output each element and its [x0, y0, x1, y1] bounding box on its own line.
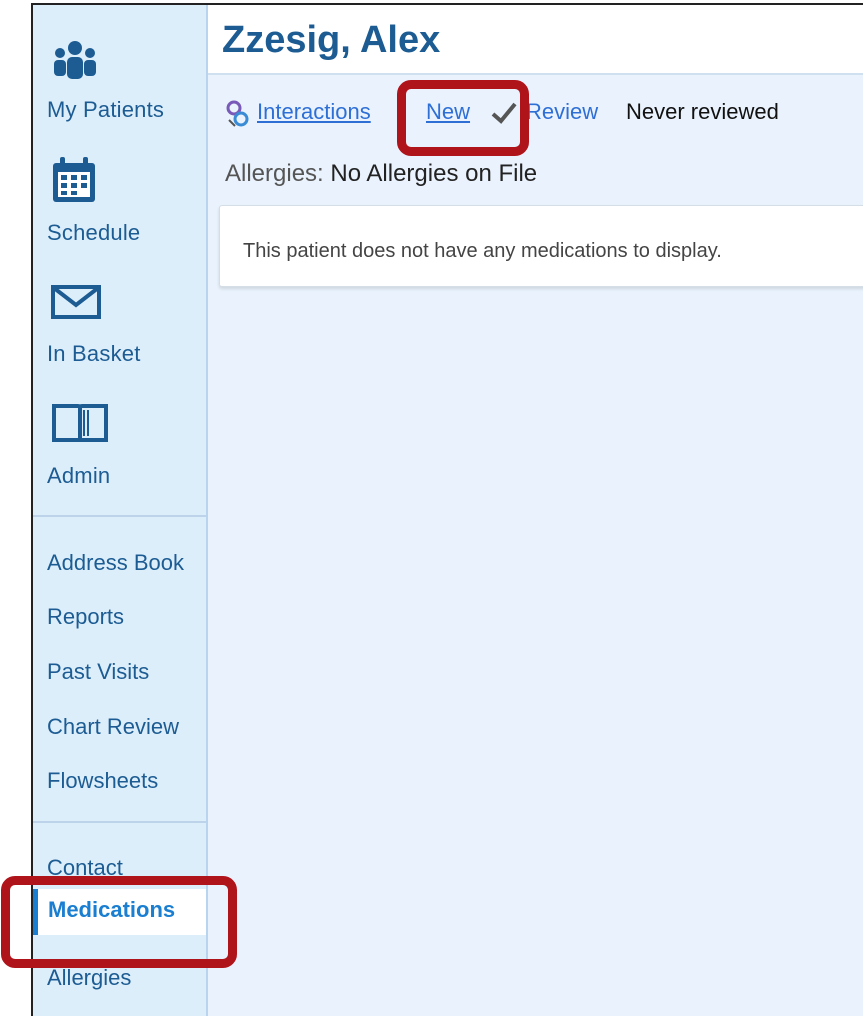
- sidebar-divider: [33, 515, 206, 517]
- calendar-icon: [51, 156, 97, 210]
- book-icon: [51, 402, 109, 452]
- checkmark-icon: [490, 101, 518, 130]
- review-button[interactable]: Review: [526, 99, 598, 125]
- sidebar-item-address-book[interactable]: Address Book: [47, 550, 184, 576]
- sidebar: My Patients Schedule In Basket Admin Add…: [33, 5, 208, 1016]
- sidebar-item-schedule[interactable]: Schedule: [33, 150, 206, 250]
- medications-toolbar: Interactions New Review Never reviewed: [208, 73, 863, 147]
- sidebar-item-label: Schedule: [47, 220, 141, 245]
- medications-list: This patient does not have any medicatio…: [219, 205, 863, 287]
- sidebar-item-admin[interactable]: Admin: [33, 390, 206, 500]
- empty-message: This patient does not have any medicatio…: [243, 240, 722, 262]
- sidebar-item-reports[interactable]: Reports: [47, 604, 124, 630]
- envelope-icon: [51, 285, 101, 325]
- patient-name: Zzesig, Alex: [222, 19, 441, 61]
- allergies-value: No Allergies on File: [330, 160, 538, 187]
- patients-icon: [51, 39, 99, 87]
- allergies-summary: Allergies: No Allergies on File: [225, 160, 537, 188]
- interactions-label: Interactions: [257, 99, 371, 124]
- app-window: My Patients Schedule In Basket Admin Add…: [31, 3, 863, 1016]
- interactions-icon: [225, 100, 251, 133]
- sidebar-item-in-basket[interactable]: In Basket: [33, 275, 206, 375]
- interactions-link[interactable]: Interactions: [257, 99, 371, 125]
- sidebar-item-label: In Basket: [47, 341, 141, 366]
- review-status: Never reviewed: [626, 99, 779, 124]
- new-medication-button[interactable]: New: [426, 99, 470, 125]
- allergies-label: Allergies:: [225, 160, 324, 187]
- sidebar-item-flowsheets[interactable]: Flowsheets: [47, 768, 158, 794]
- sidebar-item-contact[interactable]: Contact: [47, 855, 123, 881]
- sidebar-item-my-patients[interactable]: My Patients: [33, 27, 206, 132]
- sidebar-item-past-visits[interactable]: Past Visits: [47, 659, 149, 685]
- sidebar-item-label: Admin: [47, 463, 111, 488]
- sidebar-item-allergies[interactable]: Allergies: [47, 965, 131, 991]
- sidebar-item-label: Medications: [48, 897, 176, 922]
- new-label: New: [426, 99, 471, 124]
- sidebar-item-medications[interactable]: Medications: [33, 889, 206, 935]
- sidebar-divider: [33, 821, 206, 823]
- sidebar-item-chart-review[interactable]: Chart Review: [47, 714, 179, 740]
- patient-header: Zzesig, Alex: [208, 5, 863, 75]
- sidebar-item-label: My Patients: [47, 97, 165, 122]
